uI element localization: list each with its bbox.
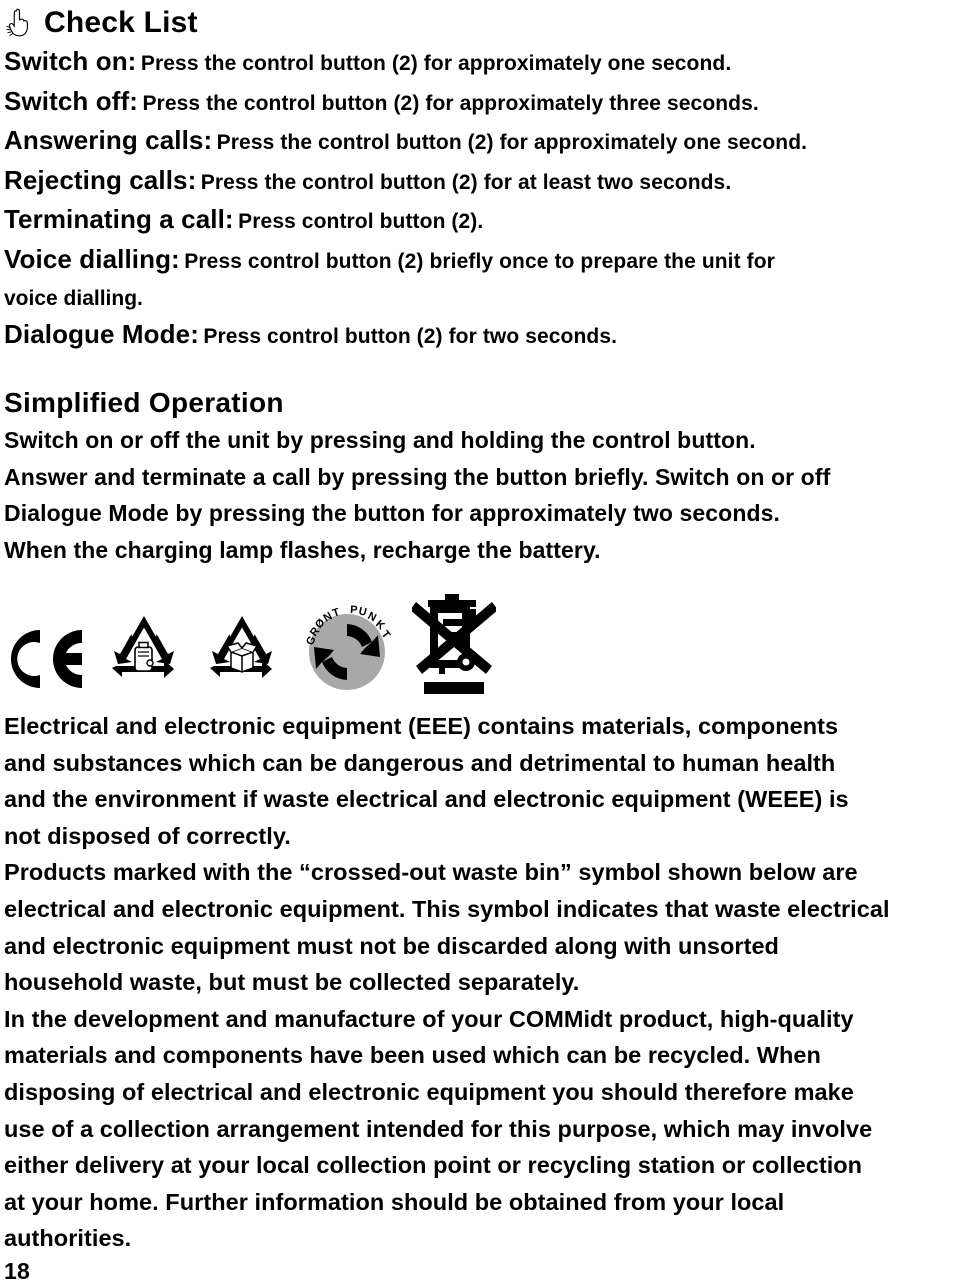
checklist-item-term: Switch on: bbox=[4, 46, 137, 76]
checklist-item-desc: Press the control button (2) for approxi… bbox=[140, 52, 732, 75]
weee-line: and electronic equipment must not be dis… bbox=[4, 932, 779, 959]
recycling-battery-icon bbox=[112, 616, 174, 678]
checklist-item-term: Terminating a call: bbox=[4, 204, 234, 234]
weee-line: Products marked with the “crossed-out wa… bbox=[4, 859, 858, 886]
simplified-operation-line: Dialogue Mode by pressing the button for… bbox=[4, 500, 781, 526]
weee-line: disposing of electrical and electronic e… bbox=[4, 1078, 854, 1105]
checklist-item-term: Rejecting calls: bbox=[4, 164, 197, 195]
gront-punkt-icon: G R Ø N T P U N K T bbox=[304, 604, 392, 690]
weee-line: household waste, but must be collected s… bbox=[4, 969, 580, 996]
checklist-item: Answering calls: Press the control butto… bbox=[4, 123, 954, 163]
weee-line: In the development and manufacture of yo… bbox=[4, 1005, 854, 1032]
checklist-item-continuation: voice dialling. bbox=[4, 287, 143, 310]
page-title: Check List bbox=[44, 6, 198, 39]
simplified-operation-line: When the charging lamp flashes, recharge… bbox=[4, 536, 601, 563]
weee-line: at your home. Further information should… bbox=[4, 1188, 785, 1215]
weee-line: and the environment if waste electrical … bbox=[4, 786, 849, 813]
weee-text-block: Electrical and electronic equipment (EEE… bbox=[4, 708, 954, 1257]
checklist-item-desc: Press the control button (2) for approxi… bbox=[142, 91, 759, 115]
checklist-item-desc: Press control button (2) briefly once to… bbox=[184, 249, 775, 273]
weee-line: and substances which can be dangerous an… bbox=[4, 749, 836, 776]
weee-line: materials and components have been used … bbox=[4, 1042, 821, 1069]
checklist-item: Dialogue Mode: Press control button (2) … bbox=[4, 317, 954, 357]
compliance-symbol-row: G R Ø N T P U N K T bbox=[4, 584, 954, 696]
checklist-item-term: Dialogue Mode: bbox=[4, 318, 199, 349]
svg-text:P: P bbox=[350, 604, 358, 616]
weee-line: not disposed of correctly. bbox=[4, 822, 291, 849]
weee-line: use of a collection arrangement intended… bbox=[4, 1115, 873, 1142]
recycling-cardboard-icon bbox=[210, 616, 272, 678]
checklist-item: Switch on: Press the control button (2) … bbox=[4, 44, 954, 84]
simplified-operation-line: Switch on or off the unit by pressing an… bbox=[4, 427, 756, 453]
weee-line: either delivery at your local collection… bbox=[4, 1152, 863, 1179]
crossed-out-waste-bin-icon bbox=[412, 594, 496, 694]
checklist-item: Switch off: Press the control button (2)… bbox=[4, 84, 954, 124]
checklist-item-desc: Press the control button (2) for approxi… bbox=[216, 131, 808, 154]
checklist-item-term: Voice dialling: bbox=[4, 243, 180, 274]
checklist-item-desc: Press the control button (2) for at leas… bbox=[200, 170, 732, 194]
weee-line: electrical and electronic equipment. Thi… bbox=[4, 895, 890, 922]
checklist-item: Rejecting calls: Press the control butto… bbox=[4, 163, 954, 203]
simplified-operation-line: Answer and terminate a call by pressing … bbox=[4, 463, 831, 490]
checklist-item: Voice dialling: Press control button (2)… bbox=[4, 242, 954, 282]
checklist-item-desc: Press control button (2) for two seconds… bbox=[203, 324, 618, 348]
checklist-item-term: Answering calls: bbox=[4, 125, 213, 155]
weee-line: Electrical and electronic equipment (EEE… bbox=[4, 713, 839, 739]
checklist-heading: Check List bbox=[4, 4, 954, 42]
simplified-operation-body: Switch on or off the unit by pressing an… bbox=[4, 422, 954, 568]
pointing-hand-icon bbox=[6, 8, 29, 37]
checklist-item-desc: Press control button (2). bbox=[238, 210, 484, 233]
ce-mark-icon bbox=[10, 630, 82, 688]
page-number: 18 bbox=[4, 1257, 30, 1284]
checklist-item: Terminating a call: Press control button… bbox=[4, 202, 954, 242]
checklist: Switch on: Press the control button (2) … bbox=[4, 44, 954, 356]
checklist-item-term: Switch off: bbox=[4, 85, 138, 116]
document-page: Check List Switch on: Press the control … bbox=[0, 4, 960, 1284]
svg-text:U: U bbox=[357, 605, 368, 619]
weee-line: authorities. bbox=[4, 1225, 132, 1252]
section-title-simplified-operation: Simplified Operation bbox=[4, 387, 284, 418]
